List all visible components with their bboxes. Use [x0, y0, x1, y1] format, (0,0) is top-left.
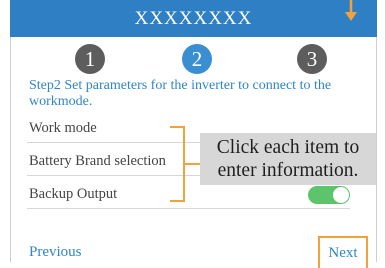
- step-3-indicator: 3: [297, 44, 327, 74]
- step-1-indicator: 1: [75, 44, 105, 74]
- annotation-callout: Click each item to enter information.: [200, 133, 376, 185]
- battery-brand-label: Battery Brand selection: [29, 153, 166, 169]
- step-1-number: 1: [84, 46, 96, 71]
- toggle-knob: [333, 187, 349, 203]
- step-2-indicator: 2: [182, 44, 212, 74]
- backup-output-label: Backup Output: [29, 186, 118, 202]
- header-bar: XXXXXXXX: [10, 0, 377, 37]
- battery-brand-item[interactable]: Battery Brand selection: [29, 153, 166, 170]
- work-mode-label: Work mode: [29, 120, 97, 136]
- divider: [27, 208, 350, 209]
- work-mode-item[interactable]: Work mode: [29, 120, 97, 137]
- frame-left-border: [10, 0, 11, 262]
- frame-right-border: [376, 0, 377, 262]
- down-arrow-icon: [345, 0, 357, 21]
- step-instruction: Step2 Set parameters for the inverter to…: [29, 78, 332, 109]
- annotation-line-2: enter information.: [217, 160, 359, 181]
- previous-button[interactable]: Previous: [29, 244, 82, 261]
- header-title: XXXXXXXX: [134, 7, 253, 29]
- backup-output-toggle[interactable]: [308, 186, 350, 204]
- next-button[interactable]: Next: [318, 236, 368, 268]
- annotation-line-1: Click each item to: [216, 137, 360, 158]
- step-3-number: 3: [306, 46, 318, 71]
- step-2-number: 2: [191, 46, 203, 71]
- backup-output-item: Backup Output: [29, 186, 117, 203]
